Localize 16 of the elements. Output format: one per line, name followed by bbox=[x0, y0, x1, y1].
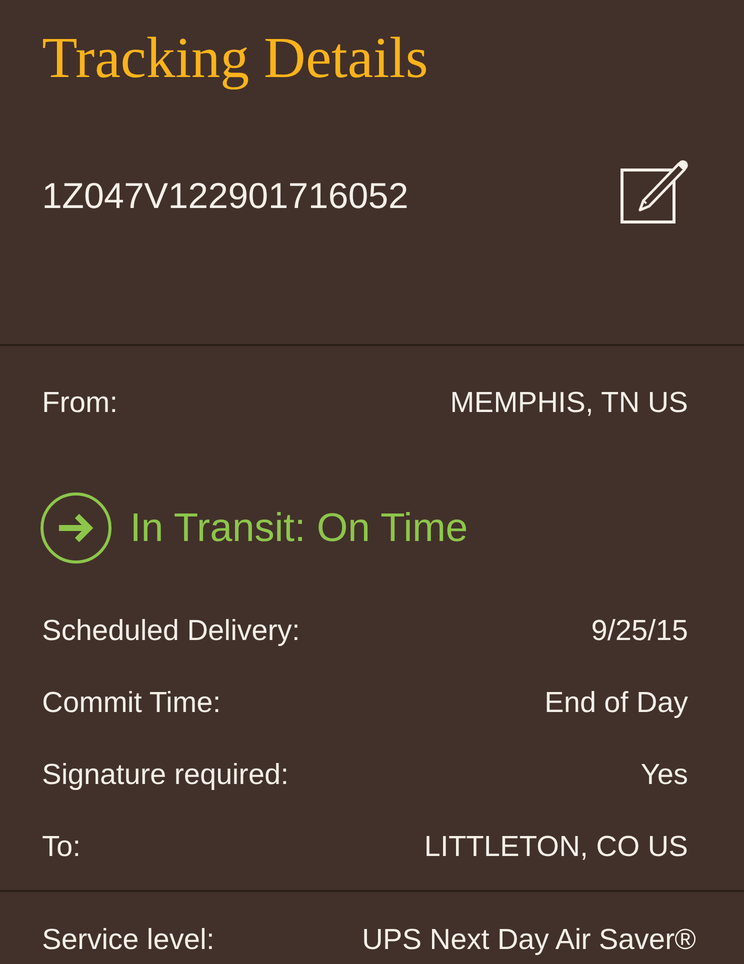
field-value: 9/25/15 bbox=[591, 614, 688, 649]
field-label: Signature required: bbox=[42, 758, 289, 793]
field-label: To: bbox=[42, 830, 81, 865]
field-label: Commit Time: bbox=[42, 686, 221, 721]
field-label: Scheduled Delivery: bbox=[42, 614, 300, 649]
field-value: LITTLETON, CO US bbox=[424, 830, 688, 865]
tracking-number: 1Z047V122901716052 bbox=[42, 174, 408, 218]
field-label: From: bbox=[42, 386, 118, 421]
field-label: Service level: bbox=[42, 923, 214, 958]
field-value: MEMPHIS, TN US bbox=[450, 386, 688, 421]
field-value: End of Day bbox=[544, 686, 688, 721]
status-text: In Transit: On Time bbox=[130, 505, 468, 552]
field-value: UPS Next Day Air Saver® bbox=[362, 923, 696, 958]
page-title: Tracking Details bbox=[42, 24, 428, 92]
field-value: Yes bbox=[640, 758, 688, 793]
arrow-circle-icon bbox=[40, 492, 112, 564]
